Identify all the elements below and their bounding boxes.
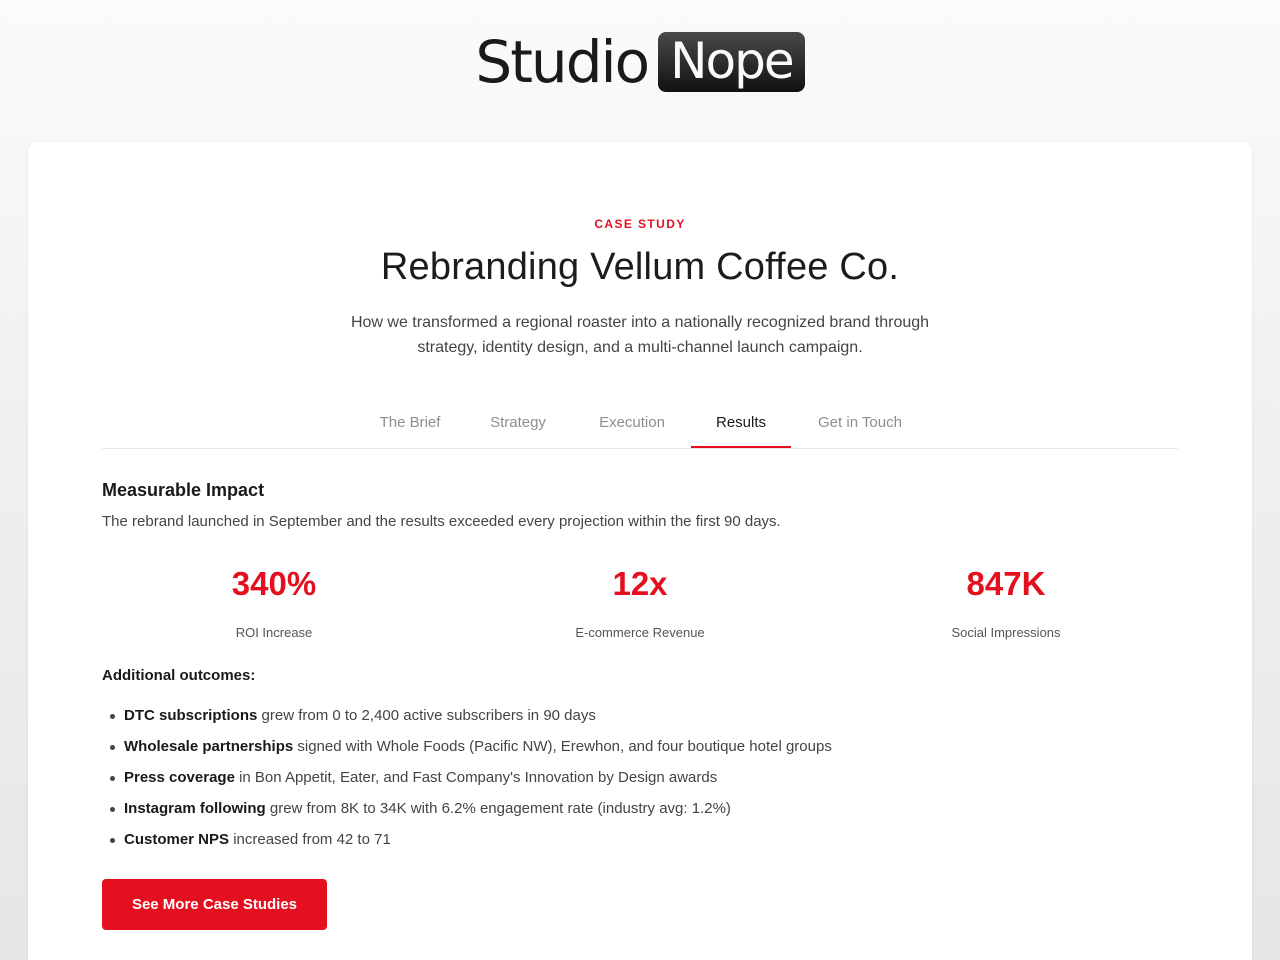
bullet-icon	[110, 838, 115, 843]
list-item: DTC subscriptions grew from 0 to 2,400 a…	[102, 700, 832, 731]
stat-label: ROI Increase	[235, 625, 313, 640]
bullet-icon	[110, 776, 115, 781]
outcome-text: grew from 0 to 2,400 active subscribers …	[257, 707, 596, 724]
tab-results[interactable]: Results	[691, 400, 791, 448]
case-study-card: CASE STUDY Rebranding Vellum Coffee Co. …	[28, 142, 1252, 960]
stat-roi: 340% ROI Increase	[104, 564, 444, 640]
list-item: Instagram following grew from 8K to 34K …	[102, 793, 832, 824]
page-title: Rebranding Vellum Coffee Co.	[380, 246, 900, 288]
tab-strategy[interactable]: Strategy	[474, 400, 562, 446]
list-item: Customer NPS increased from 42 to 71	[102, 824, 832, 855]
list-item: Press coverage in Bon Appetit, Eater, an…	[102, 762, 832, 793]
outcome-bold: DTC subscriptions	[124, 707, 258, 724]
outcome-text: signed with Whole Foods (Pacific NW), Er…	[293, 738, 832, 755]
stat-social: 847K Social Impressions	[836, 564, 1176, 640]
stat-value: 847K	[966, 565, 1046, 602]
outcomes-list: DTC subscriptions grew from 0 to 2,400 a…	[102, 700, 832, 855]
stat-ecommerce: 12x E-commerce Revenue	[470, 564, 810, 640]
logo-word-studio: Studio	[475, 28, 650, 96]
outcome-text: grew from 8K to 34K with 6.2% engagement…	[265, 800, 731, 817]
list-item: Wholesale partnerships signed with Whole…	[102, 731, 832, 762]
outcome-bold: Press coverage	[124, 769, 235, 786]
outcome-bold: Instagram following	[124, 800, 266, 817]
tab-get-in-touch[interactable]: Get in Touch	[810, 400, 910, 446]
stat-value: 12x	[612, 565, 668, 602]
logo-word-nope: Nope	[658, 32, 805, 92]
tab-the-brief[interactable]: The Brief	[360, 400, 460, 446]
page-subtitle: How we transformed a regional roaster in…	[350, 314, 930, 356]
outcome-bold: Wholesale partnerships	[124, 738, 294, 755]
outcomes-heading: Additional outcomes:	[102, 667, 256, 684]
section-description: The rebrand launched in September and th…	[102, 513, 781, 530]
see-more-case-studies-button[interactable]: See More Case Studies	[102, 879, 327, 930]
eyebrow-label: CASE STUDY	[594, 217, 686, 231]
stat-value: 340%	[231, 565, 317, 602]
outcome-text: increased from 42 to 71	[229, 831, 391, 848]
studio-nope-logo[interactable]: Studio Nope	[0, 32, 1280, 92]
tab-bar: The Brief Strategy Execution Results Get…	[102, 400, 1178, 449]
stat-label: Social Impressions	[951, 625, 1061, 640]
tab-execution[interactable]: Execution	[588, 400, 676, 446]
bullet-icon	[110, 745, 115, 750]
bullet-icon	[110, 807, 115, 812]
stat-label: E-commerce Revenue	[575, 625, 705, 640]
outcome-bold: Customer NPS	[124, 831, 230, 848]
bullet-icon	[110, 714, 115, 719]
outcome-text: in Bon Appetit, Eater, and Fast Company'…	[234, 769, 718, 786]
section-heading: Measurable Impact	[102, 480, 265, 500]
